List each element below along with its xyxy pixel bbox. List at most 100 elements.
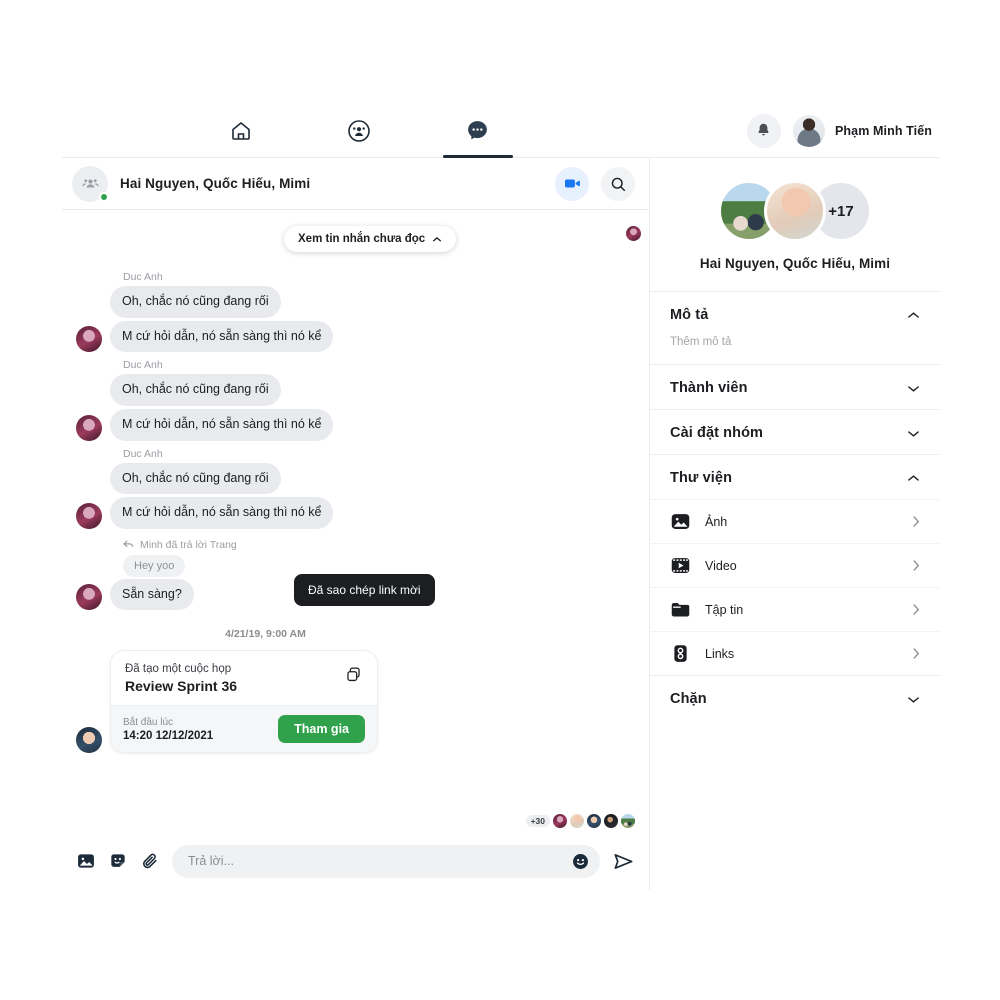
avatar	[553, 814, 567, 828]
join-meeting-button[interactable]: Tham gia	[278, 715, 365, 744]
messenger-chat-icon	[465, 118, 490, 143]
send-icon[interactable]	[612, 850, 635, 873]
sticker-icon[interactable]	[108, 851, 128, 871]
message-bubble[interactable]: M cứ hỏi dẫn, nó sẵn sàng thì nó kể	[110, 408, 334, 441]
message-composer	[62, 832, 649, 890]
section-description-header[interactable]: Mô tả	[650, 292, 940, 336]
message-timestamp: 4/21/19, 9:00 AM	[225, 628, 306, 641]
seen-overflow-count: +30	[525, 814, 550, 828]
avatar	[587, 814, 601, 828]
home-icon	[229, 119, 253, 143]
section-title: Mô tả	[670, 307, 709, 323]
message-row: Oh, chắc nó cũng đang rối	[76, 374, 635, 406]
message-sender: Duc Anh	[123, 447, 163, 460]
video-call-button[interactable]	[555, 166, 589, 201]
nav-tab-messenger[interactable]	[435, 104, 521, 158]
account-menu[interactable]: Phạm Minh Tiến	[792, 114, 932, 147]
chat-header: Hai Nguyen, Quốc Hiếu, Mimi	[62, 158, 649, 210]
message-bubble[interactable]: M cứ hỏi dẫn, nó sẵn sàng thì nó kể	[110, 497, 334, 529]
section-library-header[interactable]: Thư viện	[650, 455, 940, 499]
message-bubble[interactable]: M cứ hỏi dẫn, nó sẵn sàng thì nó kể	[110, 320, 334, 353]
avatar	[76, 502, 102, 529]
image-icon[interactable]	[76, 851, 96, 871]
chevron-right-icon	[912, 559, 920, 572]
chat-title: Hai Nguyen, Quốc Hiếu, Mimi	[120, 176, 311, 191]
video-film-icon	[670, 555, 691, 576]
copy-link-toast: Đã sao chép link mời	[294, 574, 435, 606]
avatar	[621, 814, 635, 828]
top-navigation: Phạm Minh Tiến	[62, 104, 940, 158]
notifications-button[interactable]	[746, 113, 781, 148]
library-item-label: Tập tin	[705, 602, 744, 617]
section-title: Cài đặt nhóm	[670, 425, 764, 441]
app-body: Hai Nguyen, Quốc Hiếu, Mimi Xem tin nhắn…	[62, 158, 940, 890]
avatar	[764, 180, 826, 242]
reply-indicator: Minh đã trả lời Trang	[123, 539, 635, 551]
seen-indicator-avatar	[626, 226, 641, 241]
meeting-card-row: Đã tạo một cuộc họp Review Sprint 36 Bắt…	[76, 650, 635, 754]
library-item-links[interactable]: Links	[650, 631, 940, 675]
chat-column: Hai Nguyen, Quốc Hiếu, Mimi Xem tin nhắn…	[62, 158, 650, 890]
groups-icon	[347, 119, 371, 143]
search-icon	[609, 175, 627, 193]
library-item-video[interactable]: Video	[650, 543, 940, 587]
description-placeholder[interactable]: Thêm mô tả	[650, 336, 940, 364]
search-button[interactable]	[601, 166, 635, 201]
section-title: Thành viên	[670, 380, 748, 396]
emoji-smiley-icon[interactable]	[571, 852, 590, 871]
message-row: M cứ hỏi dẫn, nó sẵn sàng thì nó kể	[76, 408, 635, 441]
message-bubble[interactable]: Sẵn sàng?	[110, 578, 194, 611]
chevron-down-icon	[907, 384, 920, 393]
message-row: Oh, chắc nó cũng đang rối	[76, 286, 635, 318]
chevron-down-icon	[907, 429, 920, 438]
avatar	[76, 584, 102, 611]
section-block-header[interactable]: Chặn	[650, 676, 940, 720]
library-item-photos[interactable]: Ảnh	[650, 499, 940, 543]
photo-icon	[670, 511, 691, 532]
chevron-right-icon	[912, 647, 920, 660]
nav-tabs	[62, 104, 657, 158]
member-avatar-stack[interactable]: +17	[650, 180, 940, 242]
nav-tab-home[interactable]	[198, 104, 284, 157]
nav-tab-groups[interactable]	[316, 104, 402, 157]
avatar	[76, 326, 102, 353]
meeting-subtitle: Đã tạo một cuộc họp	[125, 663, 232, 676]
message-input[interactable]	[188, 854, 571, 868]
account-name: Phạm Minh Tiến	[834, 123, 932, 138]
message-row: M cứ hỏi dẫn, nó sẵn sàng thì nó kể	[76, 497, 635, 529]
section-title: Thư viện	[670, 470, 733, 486]
meeting-title: Review Sprint 36	[125, 678, 238, 695]
chevron-right-icon	[912, 603, 920, 616]
link-chain-icon	[670, 643, 691, 664]
message-input-wrapper[interactable]	[172, 844, 600, 878]
library-item-label: Video	[705, 558, 737, 573]
section-group-settings-header[interactable]: Cài đặt nhóm	[650, 410, 940, 454]
chevron-right-icon	[912, 515, 920, 528]
online-status-dot	[99, 191, 109, 202]
library-item-label: Ảnh	[705, 514, 728, 529]
section-members-header[interactable]: Thành viên	[650, 365, 940, 409]
message-list[interactable]: Xem tin nhắn chưa đọc Đã sao chép link m…	[62, 210, 649, 814]
paperclip-icon[interactable]	[140, 851, 160, 871]
chevron-down-icon	[907, 695, 920, 704]
reply-arrow-icon	[123, 540, 134, 549]
avatar	[76, 414, 102, 441]
message-bubble[interactable]: Oh, chắc nó cũng đang rối	[110, 286, 281, 318]
message-bubble[interactable]: Oh, chắc nó cũng đang rối	[110, 374, 281, 406]
meeting-card[interactable]: Đã tạo một cuộc họp Review Sprint 36 Bắt…	[110, 650, 378, 754]
quoted-message[interactable]: Hey yoo	[123, 554, 186, 577]
message-row: M cứ hỏi dẫn, nó sẵn sàng thì nó kể	[76, 320, 635, 353]
message-bubble[interactable]: Oh, chắc nó cũng đang rối	[110, 462, 281, 495]
meeting-start-value: 14:20 12/12/2021	[123, 729, 214, 742]
avatar	[570, 814, 584, 828]
library-item-label: Links	[705, 646, 735, 661]
library-item-files[interactable]: Tập tin	[650, 587, 940, 631]
copy-icon[interactable]	[344, 663, 363, 684]
meeting-card-footer: Bắt đầu lúc 14:20 12/12/2021 Tham gia	[111, 705, 377, 753]
meeting-card-header: Đã tạo một cuộc họp Review Sprint 36	[111, 651, 377, 705]
unread-messages-pill[interactable]: Xem tin nhắn chưa đọc	[284, 226, 457, 252]
group-avatar	[72, 165, 109, 202]
panel-group-name: Hai Nguyen, Quốc Hiếu, Mimi	[699, 256, 891, 271]
avatar	[604, 814, 618, 828]
avatar	[792, 114, 825, 147]
